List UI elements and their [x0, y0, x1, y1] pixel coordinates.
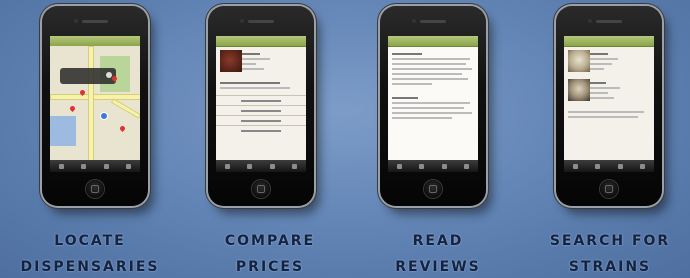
- tab-icon[interactable]: [126, 163, 132, 169]
- speaker-grille: [420, 20, 446, 23]
- speaker-grille: [248, 20, 274, 23]
- feature-title-line1: LOCATE: [54, 233, 126, 249]
- strain-list-item[interactable]: [564, 76, 654, 105]
- phone-mockup: [380, 6, 486, 206]
- feature-title-line2: REVIEWS: [395, 259, 481, 275]
- map-pin-icon[interactable]: [68, 104, 77, 113]
- tab-icon[interactable]: [292, 163, 298, 169]
- feature-title-line1: READ: [412, 233, 464, 249]
- current-location-icon: [100, 112, 108, 120]
- feature-read-reviews: READ REVIEWS: [358, 0, 518, 278]
- home-button: [252, 180, 270, 198]
- dispensary-photo: [220, 50, 242, 72]
- tab-bar: [216, 160, 306, 172]
- strain-list-item[interactable]: [564, 47, 654, 76]
- tab-bar: [50, 160, 140, 172]
- camera-icon: [412, 19, 416, 23]
- tab-icon[interactable]: [247, 163, 253, 169]
- feature-title-line2: PRICES: [235, 259, 305, 275]
- text-line: [392, 53, 422, 55]
- tab-bar: [564, 160, 654, 172]
- tab-icon[interactable]: [224, 163, 230, 169]
- tab-icon[interactable]: [58, 163, 64, 169]
- tab-icon[interactable]: [572, 163, 578, 169]
- home-button: [86, 180, 104, 198]
- home-button: [424, 180, 442, 198]
- reviews-screen: [388, 36, 478, 172]
- details-block: [216, 76, 306, 95]
- text-line: [392, 102, 470, 104]
- phone-mockup: [42, 6, 148, 206]
- tab-icon[interactable]: [269, 163, 275, 169]
- app-header-bar: [388, 36, 478, 47]
- camera-icon: [588, 19, 592, 23]
- tab-icon[interactable]: [441, 163, 447, 169]
- home-button: [600, 180, 618, 198]
- tab-icon[interactable]: [103, 163, 109, 169]
- feature-locate-dispensaries: LOCATE DISPENSARIES: [10, 0, 170, 278]
- strain-photo: [568, 50, 590, 72]
- map-road: [110, 98, 140, 119]
- price-list-row[interactable]: [216, 115, 306, 125]
- text-line: [392, 78, 468, 80]
- phone-mockup: [556, 6, 662, 206]
- dispensary-callout[interactable]: [60, 68, 116, 84]
- price-list-row[interactable]: [216, 95, 306, 105]
- map-pin-icon[interactable]: [118, 124, 127, 133]
- text-line: [392, 73, 462, 75]
- feature-title-line2: DISPENSARIES: [20, 259, 160, 275]
- map-road: [88, 46, 94, 162]
- text-line: [568, 111, 644, 113]
- strain-details: [564, 105, 654, 124]
- map-water-area: [50, 116, 76, 146]
- review-entry: [388, 91, 478, 125]
- prices-screen: [216, 36, 306, 172]
- text-line: [220, 82, 280, 84]
- map-road: [50, 94, 140, 100]
- tab-icon[interactable]: [595, 163, 601, 169]
- camera-icon: [74, 19, 78, 23]
- text-line: [392, 83, 432, 85]
- map-screen: [50, 36, 140, 172]
- tab-bar: [388, 160, 478, 172]
- strain-photo: [568, 79, 590, 101]
- feature-search-strains: SEARCH FOR STRAINS: [530, 0, 690, 278]
- app-header-bar: [564, 36, 654, 47]
- tab-icon[interactable]: [419, 163, 425, 169]
- feature-compare-prices: COMPARE PRICES: [190, 0, 350, 278]
- text-line: [392, 112, 472, 114]
- text-line: [568, 116, 638, 118]
- dispensary-summary: [216, 47, 306, 76]
- tab-icon[interactable]: [81, 163, 87, 169]
- text-line: [392, 117, 452, 119]
- price-list-row[interactable]: [216, 125, 306, 135]
- price-list-row[interactable]: [216, 105, 306, 115]
- speaker-grille: [596, 20, 622, 23]
- phone-mockup: [208, 6, 314, 206]
- app-header-bar: [216, 36, 306, 47]
- camera-icon: [240, 19, 244, 23]
- text-line: [220, 87, 290, 89]
- map-view: [50, 46, 140, 162]
- speaker-grille: [82, 20, 108, 23]
- review-entry: [388, 47, 478, 91]
- text-line: [392, 68, 472, 70]
- tab-icon[interactable]: [640, 163, 646, 169]
- tab-icon[interactable]: [617, 163, 623, 169]
- text-line: [392, 107, 464, 109]
- text-line: [392, 58, 470, 60]
- text-line: [392, 97, 418, 99]
- tab-icon[interactable]: [396, 163, 402, 169]
- feature-title-line2: STRAINS: [568, 259, 652, 275]
- text-line: [392, 63, 466, 65]
- tab-icon[interactable]: [464, 163, 470, 169]
- feature-title-line1: SEARCH FOR: [549, 233, 671, 249]
- strains-screen: [564, 36, 654, 172]
- feature-title-line1: COMPARE: [224, 233, 316, 249]
